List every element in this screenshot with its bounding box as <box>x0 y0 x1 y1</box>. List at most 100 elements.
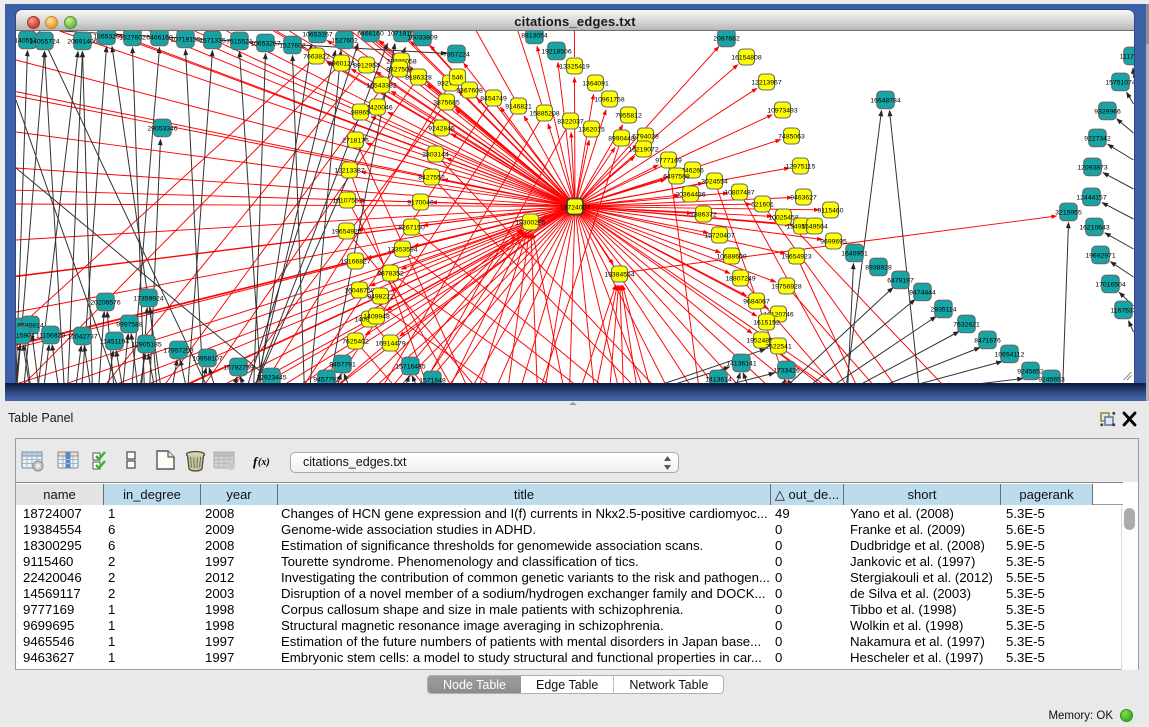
svg-text:1409948: 1409948 <box>363 314 390 321</box>
svg-text:7857224: 7857224 <box>443 52 470 59</box>
svg-text:14055724: 14055724 <box>29 39 59 46</box>
svg-text:20206576: 20206576 <box>90 300 120 307</box>
svg-text:3875685: 3875685 <box>433 100 460 107</box>
svg-text:16219072: 16219072 <box>628 147 658 154</box>
svg-text:2522541: 2522541 <box>765 344 792 351</box>
svg-text:19692971: 19692971 <box>1085 253 1115 260</box>
svg-text:3024554: 3024554 <box>701 179 728 186</box>
svg-text:7625402: 7625402 <box>342 339 369 346</box>
svg-text:15716485: 15716485 <box>395 364 425 371</box>
svg-text:621601: 621601 <box>751 202 774 209</box>
svg-text:7632621: 7632621 <box>953 322 980 329</box>
svg-text:9699695: 9699695 <box>820 239 847 246</box>
svg-text:13353594: 13353594 <box>387 247 417 254</box>
svg-text:15720407: 15720407 <box>704 233 734 240</box>
svg-text:12213967: 12213967 <box>751 80 781 87</box>
svg-text:16154808: 16154808 <box>731 55 761 62</box>
svg-text:15751074: 15751074 <box>1105 80 1134 87</box>
svg-text:10807487: 10807487 <box>724 190 754 197</box>
svg-text:8454749: 8454749 <box>480 96 507 103</box>
svg-text:2087682: 2087682 <box>713 36 740 43</box>
svg-text:18300295: 18300295 <box>515 220 545 227</box>
svg-text:7955812: 7955812 <box>615 113 642 120</box>
svg-text:6497568: 6497568 <box>663 174 690 181</box>
svg-text:9242845: 9242845 <box>428 126 455 133</box>
svg-text:16648784: 16648784 <box>870 98 900 105</box>
svg-text:17016504: 17016504 <box>1095 282 1125 289</box>
svg-text:11156829: 11156829 <box>36 333 65 340</box>
svg-text:1117205: 1117205 <box>1120 54 1134 61</box>
svg-text:8813054: 8813054 <box>521 33 548 40</box>
svg-text:1362015: 1362015 <box>578 127 605 134</box>
svg-text:1167533: 1167533 <box>1111 308 1134 315</box>
svg-text:8990448: 8990448 <box>608 136 635 143</box>
svg-text:8912954: 8912954 <box>353 63 380 70</box>
svg-text:9329966: 9329966 <box>1094 109 1121 116</box>
svg-text:13325419: 13325419 <box>559 64 589 71</box>
svg-text:9684067: 9684067 <box>743 299 770 306</box>
svg-text:9463627: 9463627 <box>790 195 817 202</box>
svg-text:17359924: 17359924 <box>133 296 163 303</box>
svg-text:11451194: 11451194 <box>100 339 129 346</box>
svg-text:8322037: 8322037 <box>557 119 584 126</box>
svg-text:(x): (x) <box>258 457 270 468</box>
svg-text:7515521: 7515521 <box>226 39 253 46</box>
svg-text:6794028: 6794028 <box>632 134 659 141</box>
svg-text:19166827: 19166827 <box>340 259 370 266</box>
svg-text:98965: 98965 <box>351 110 370 117</box>
svg-text:16782759: 16782759 <box>223 365 253 372</box>
svg-text:6466160: 6466160 <box>146 35 173 42</box>
svg-text:7485063: 7485063 <box>778 134 805 141</box>
svg-text:10719155: 10719155 <box>170 37 200 44</box>
svg-text:7663822: 7663822 <box>303 54 330 61</box>
svg-text:10653267: 10653267 <box>250 41 280 48</box>
svg-text:8427552: 8427552 <box>418 175 445 182</box>
svg-text:20364436: 20364436 <box>675 192 705 199</box>
svg-text:17957253: 17957253 <box>163 348 193 355</box>
svg-text:12923445: 12923445 <box>256 375 286 382</box>
svg-text:16210643: 16210643 <box>1079 225 1109 232</box>
svg-text:10973493: 10973493 <box>767 108 797 115</box>
svg-text:19654925: 19654925 <box>331 229 361 236</box>
svg-text:19384554: 19384554 <box>604 272 634 279</box>
svg-text:1527602: 1527602 <box>279 43 306 50</box>
svg-text:9170046: 9170046 <box>407 200 434 207</box>
svg-text:2935114: 2935114 <box>931 307 957 314</box>
svg-text:12975115: 12975115 <box>786 164 816 171</box>
svg-text:8960124: 8960124 <box>328 61 355 68</box>
svg-text:10654112: 10654112 <box>995 352 1025 359</box>
svg-text:6479197: 6479197 <box>887 278 914 285</box>
svg-text:8471676: 8471676 <box>974 338 1001 345</box>
svg-text:1065326: 1065326 <box>93 34 120 41</box>
svg-text:10958107: 10958107 <box>192 356 222 363</box>
svg-text:10653267: 10653267 <box>302 32 332 39</box>
svg-text:3915904: 3915904 <box>16 333 35 340</box>
svg-text:3215955: 3215955 <box>1055 210 1082 217</box>
svg-text:18807249: 18807249 <box>725 276 755 283</box>
svg-text:9457791: 9457791 <box>329 362 356 369</box>
svg-text:1671335: 1671335 <box>199 38 226 45</box>
svg-text:12093873: 12093873 <box>1077 165 1107 172</box>
svg-text:546: 546 <box>452 75 464 82</box>
svg-text:9474444: 9474444 <box>909 290 936 297</box>
svg-text:8267150: 8267150 <box>398 225 425 232</box>
svg-text:9777169: 9777169 <box>655 158 682 165</box>
svg-text:1733426: 1733426 <box>773 368 800 375</box>
svg-text:9146821: 9146821 <box>505 104 532 111</box>
svg-text:1364091: 1364091 <box>582 81 609 88</box>
svg-text:1549564: 1549564 <box>801 224 828 231</box>
svg-text:16033809: 16033809 <box>407 35 437 42</box>
svg-text:14136141: 14136141 <box>726 361 756 368</box>
svg-text:8878352: 8878352 <box>377 271 404 278</box>
svg-text:1640951: 1640951 <box>841 251 868 258</box>
svg-text:12042737: 12042737 <box>67 334 97 341</box>
svg-text:2718176: 2718176 <box>342 138 369 145</box>
svg-text:9115460: 9115460 <box>818 208 844 215</box>
svg-text:9245652: 9245652 <box>1017 369 1044 376</box>
svg-text:16914479: 16914479 <box>375 341 405 348</box>
svg-text:9327508: 9327508 <box>386 67 413 74</box>
svg-text:8938928: 8938928 <box>865 265 892 272</box>
svg-text:18724007: 18724007 <box>560 205 590 212</box>
svg-text:10961758: 10961758 <box>594 97 624 104</box>
svg-text:9997588: 9997588 <box>116 322 143 329</box>
